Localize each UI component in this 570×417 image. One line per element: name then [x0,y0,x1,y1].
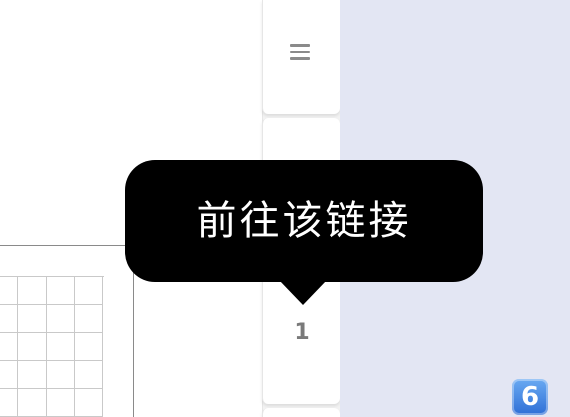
grid-cell [47,277,75,305]
tooltip-arrow [279,280,327,305]
grid-cell [18,389,47,417]
grid-cell [47,305,75,333]
grid-cell [0,333,18,361]
next-page-card[interactable] [262,408,340,417]
menu-bar [290,44,310,47]
tooltip: 前往该链接 [125,160,483,282]
grid-cell [75,361,103,389]
menu-bar [290,50,310,53]
grid-cell [18,333,47,361]
grid-cell [47,333,75,361]
menu-bar [290,57,310,60]
grid-table [0,276,104,417]
grid-cell [18,277,47,305]
grid-cell [75,277,103,305]
grid-cell [18,305,47,333]
grid-cell [0,361,18,389]
grid-cell [75,333,103,361]
hamburger-icon[interactable] [290,44,310,60]
grid-cell [0,389,18,417]
keycap-digit-icon: 6 [512,379,548,415]
grid-cell [47,389,75,417]
page-number[interactable]: 1 [282,318,322,348]
grid-cell [75,389,103,417]
grid-cell [47,361,75,389]
grid-thumbnail[interactable] [0,245,134,417]
grid-cell [0,305,18,333]
grid-cell [18,361,47,389]
grid-cell [75,305,103,333]
grid-cell [0,277,18,305]
